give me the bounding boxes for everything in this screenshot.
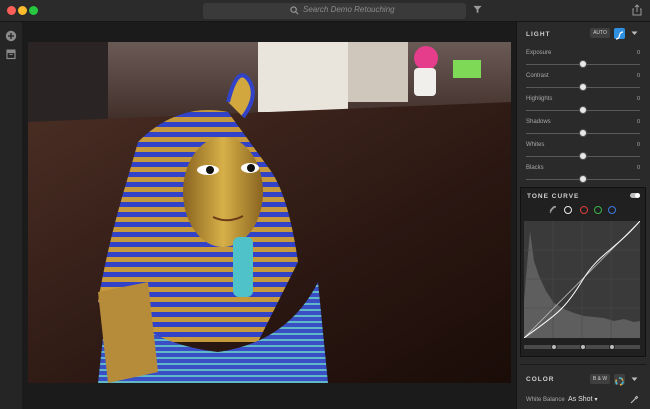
slider-handle[interactable] bbox=[579, 175, 587, 183]
slider-label: Highlights bbox=[526, 96, 553, 102]
slider-value: 0 bbox=[636, 119, 640, 125]
red-channel-button[interactable] bbox=[580, 206, 588, 214]
slider-handle[interactable] bbox=[579, 152, 587, 160]
slider-label: Shadows bbox=[526, 119, 551, 125]
chevron-down-icon: ▾ bbox=[594, 397, 598, 403]
point-curve-icon[interactable] bbox=[549, 206, 557, 214]
slider-exposure[interactable]: Exposure 0 bbox=[526, 50, 640, 72]
shadows-split-handle[interactable] bbox=[551, 344, 557, 350]
midtones-split-handle[interactable] bbox=[580, 344, 586, 350]
white-balance-select[interactable]: As Shot ▾ bbox=[568, 396, 597, 403]
slider-label: Exposure bbox=[526, 50, 552, 56]
light-section-title: LIGHT bbox=[526, 31, 551, 38]
highlights-split-handle[interactable] bbox=[609, 344, 615, 350]
slider-label: Contrast bbox=[526, 73, 549, 79]
slider-whites[interactable]: Whites 0 bbox=[526, 142, 640, 164]
white-channel-button[interactable] bbox=[564, 206, 572, 214]
slider-handle[interactable] bbox=[579, 106, 587, 114]
slider-value: 0 bbox=[636, 96, 640, 102]
search-placeholder: Search Demo Retouching bbox=[303, 5, 395, 14]
slider-highlights[interactable]: Highlights 0 bbox=[526, 96, 640, 118]
pharaoh-bust-photo bbox=[28, 42, 511, 383]
filter-icon[interactable] bbox=[473, 5, 482, 14]
white-balance-value: As Shot bbox=[568, 396, 593, 403]
slider-handle[interactable] bbox=[579, 60, 587, 68]
green-channel-button[interactable] bbox=[594, 206, 602, 214]
slider-label: Whites bbox=[526, 142, 545, 148]
slider-value: 0 bbox=[636, 142, 640, 148]
color-section-title: COLOR bbox=[526, 376, 555, 383]
auto-button[interactable]: AUTO bbox=[590, 28, 610, 38]
white-balance-label: White Balance bbox=[526, 397, 565, 403]
eyedropper-icon[interactable] bbox=[630, 395, 639, 404]
slider-value: 0 bbox=[636, 165, 640, 171]
black-white-button[interactable]: B & W bbox=[590, 374, 610, 384]
slider-label: Blacks bbox=[526, 165, 544, 171]
slider-blacks[interactable]: Blacks 0 bbox=[526, 165, 640, 187]
blue-channel-button[interactable] bbox=[608, 206, 616, 214]
search-input[interactable]: Search Demo Retouching bbox=[203, 3, 466, 19]
tone-curve-graph[interactable] bbox=[524, 221, 640, 338]
slider-value: 0 bbox=[636, 50, 640, 56]
library-icon[interactable] bbox=[5, 48, 17, 60]
chevron-down-icon[interactable] bbox=[631, 377, 638, 382]
curve-icon bbox=[615, 31, 624, 40]
chevron-down-icon[interactable] bbox=[631, 31, 638, 36]
share-icon[interactable] bbox=[632, 4, 642, 16]
color-mix-button[interactable] bbox=[614, 374, 625, 386]
slider-handle[interactable] bbox=[579, 83, 587, 91]
color-wheel-icon bbox=[615, 377, 624, 386]
slider-contrast[interactable]: Contrast 0 bbox=[526, 73, 640, 95]
minimize-window-button[interactable] bbox=[18, 6, 27, 15]
curve-toggle-button[interactable] bbox=[614, 28, 625, 40]
maximize-window-button[interactable] bbox=[29, 6, 38, 15]
title-bar: Search Demo Retouching bbox=[0, 0, 650, 22]
slider-handle[interactable] bbox=[579, 129, 587, 137]
section-divider bbox=[520, 364, 646, 365]
slider-value: 0 bbox=[636, 73, 640, 79]
tone-curve-toggle[interactable] bbox=[630, 193, 640, 198]
close-window-button[interactable] bbox=[7, 6, 16, 15]
left-toolbar bbox=[0, 22, 22, 409]
add-photos-icon[interactable] bbox=[5, 30, 17, 42]
slider-shadows[interactable]: Shadows 0 bbox=[526, 119, 640, 141]
tone-curve-title: TONE CURVE bbox=[527, 193, 580, 200]
search-icon bbox=[290, 6, 299, 15]
photo-preview[interactable] bbox=[28, 42, 511, 383]
